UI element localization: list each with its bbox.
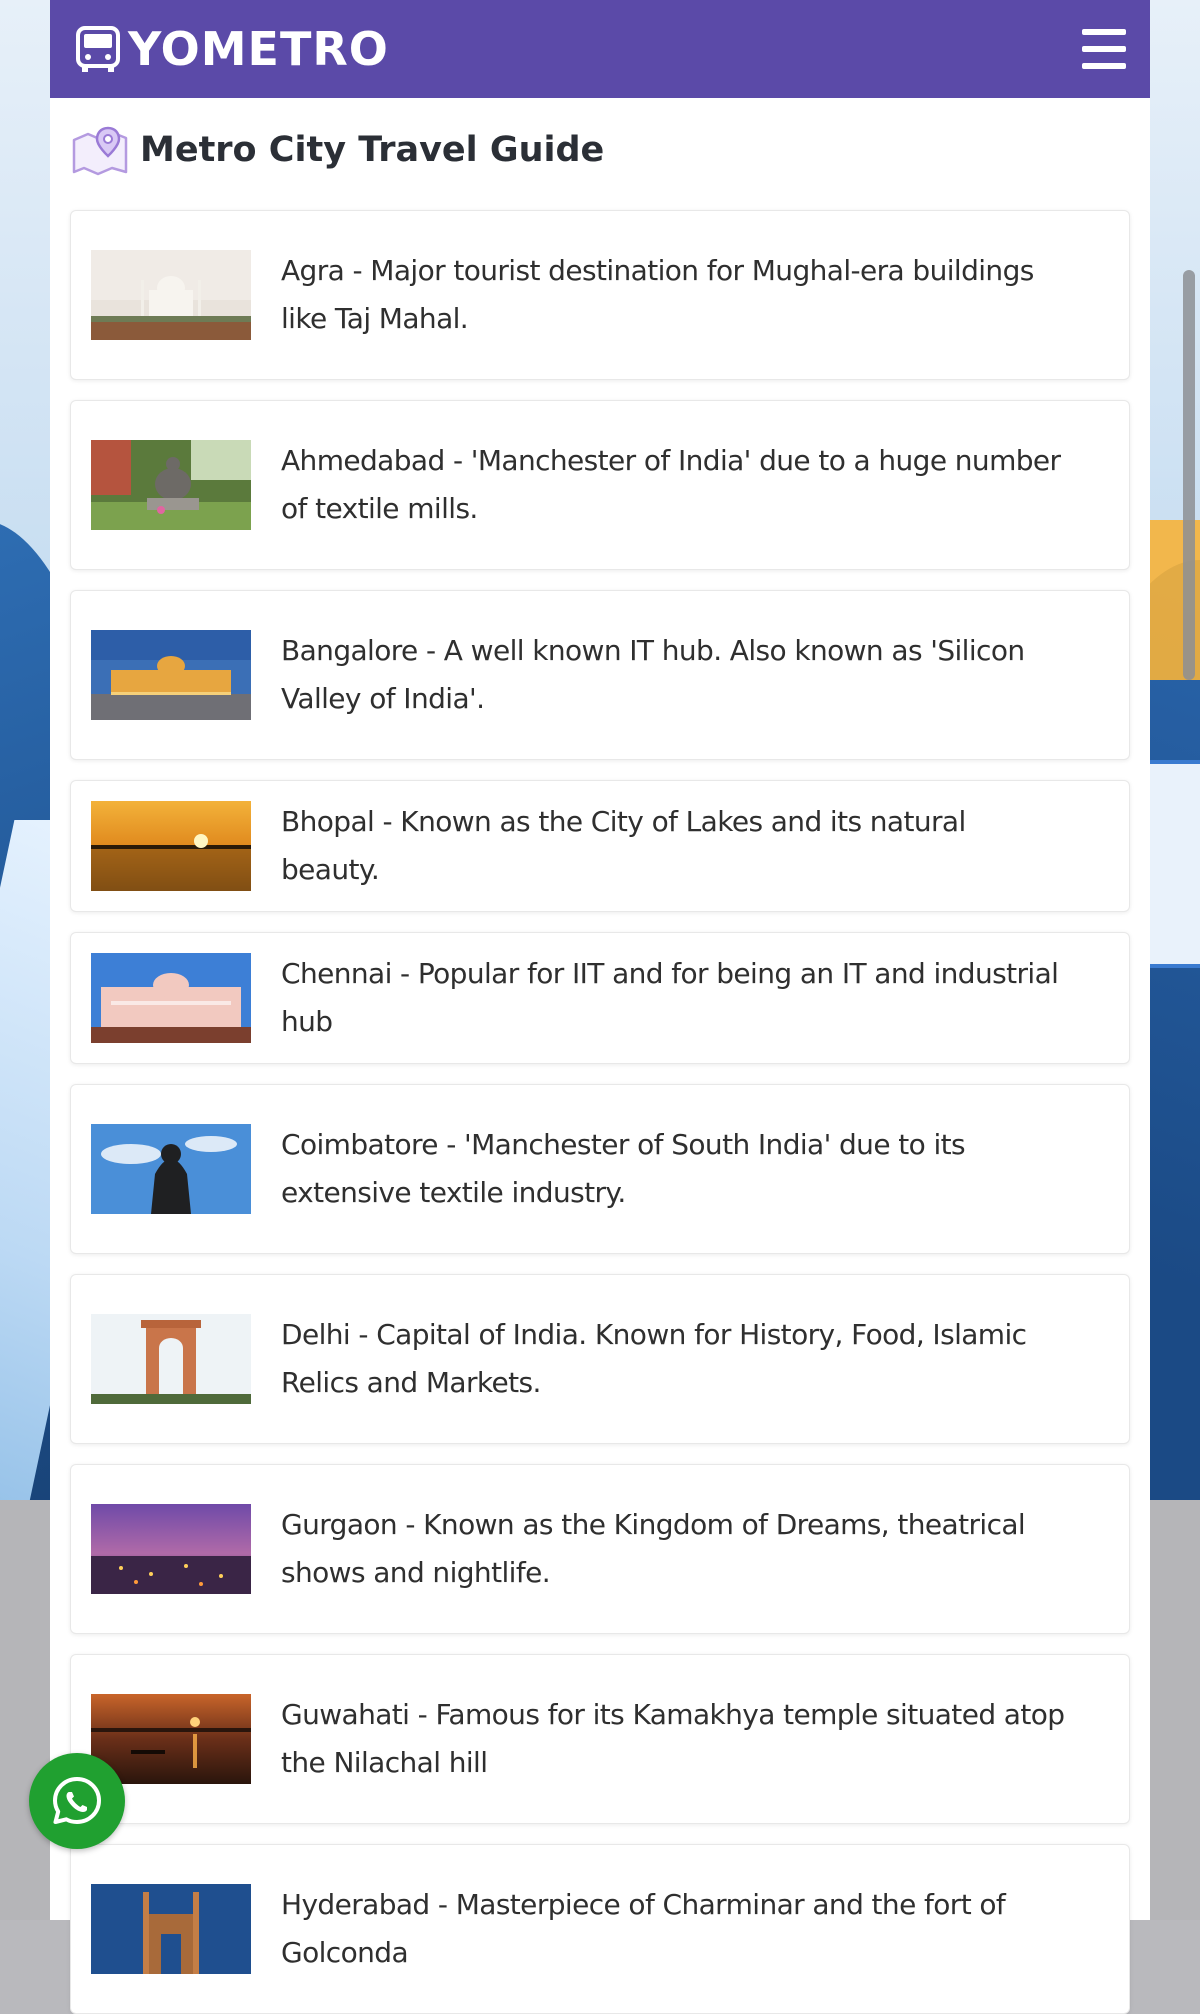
river-sunset-image [91,1694,251,1784]
city-card-ahmedabad[interactable]: Ahmedabad - 'Manchester of India' due to… [70,400,1130,570]
city-card-bhopal[interactable]: Bhopal - Known as the City of Lakes and … [70,780,1130,912]
city-description: Gurgaon - Known as the Kingdom of Dreams… [281,1508,1026,1589]
city-card-hyderabad[interactable]: Hyderabad - Masterpiece of Charminar and… [70,1844,1130,2014]
city-description: Chennai - Popular for IIT and for being … [281,957,1059,1038]
india-gate-image [91,1314,251,1404]
gandhi-statue-image [91,440,251,530]
brand-name: YOMETRO [128,22,389,76]
city-night-image [91,1504,251,1594]
site-logo[interactable]: YOMETRO [74,22,389,76]
city-card-agra[interactable]: Agra - Major tourist destination for Mug… [70,210,1130,380]
chennai-building-image [91,953,251,1043]
city-card-coimbatore[interactable]: Coimbatore - 'Manchester of South India'… [70,1084,1130,1254]
city-description: Delhi - Capital of India. Known for Hist… [281,1318,1027,1399]
bus-icon [76,26,120,72]
city-description: Agra - Major tourist destination for Mug… [281,254,1034,335]
lake-sunset-image [91,801,251,891]
adiyogi-statue-image [91,1124,251,1214]
city-card-gurgaon[interactable]: Gurgaon - Known as the Kingdom of Dreams… [70,1464,1130,1634]
city-description: Hyderabad - Masterpiece of Charminar and… [281,1888,1006,1969]
main-content: YOMETRO Metro City Travel Guide Agra - M… [50,0,1150,2014]
taj-mahal-image [91,250,251,340]
city-description: Bangalore - A well known IT hub. Also kn… [281,634,1025,715]
city-card-guwahati[interactable]: Guwahati - Famous for its Kamakhya templ… [70,1654,1130,1824]
city-card-bangalore[interactable]: Bangalore - A well known IT hub. Also kn… [70,590,1130,760]
hamburger-menu-icon[interactable] [1082,29,1126,69]
city-list: Agra - Major tourist destination for Mug… [50,210,1150,2014]
whatsapp-chat-button[interactable] [29,1753,125,1849]
navbar: YOMETRO [50,0,1150,98]
map-pin-icon [72,126,128,176]
charminar-image [91,1884,251,1974]
city-card-chennai[interactable]: Chennai - Popular for IIT and for being … [70,932,1130,1064]
city-description: Bhopal - Known as the City of Lakes and … [281,805,966,886]
vidhana-soudha-image [91,630,251,720]
page-scrollbar[interactable] [1183,270,1195,680]
page-header: Metro City Travel Guide [50,98,1150,210]
city-description: Coimbatore - 'Manchester of South India'… [281,1128,966,1209]
city-description: Guwahati - Famous for its Kamakhya templ… [281,1698,1065,1779]
city-card-delhi[interactable]: Delhi - Capital of India. Known for Hist… [70,1274,1130,1444]
city-description: Ahmedabad - 'Manchester of India' due to… [281,444,1061,525]
page-title: Metro City Travel Guide [140,130,605,170]
whatsapp-icon [53,1777,101,1824]
